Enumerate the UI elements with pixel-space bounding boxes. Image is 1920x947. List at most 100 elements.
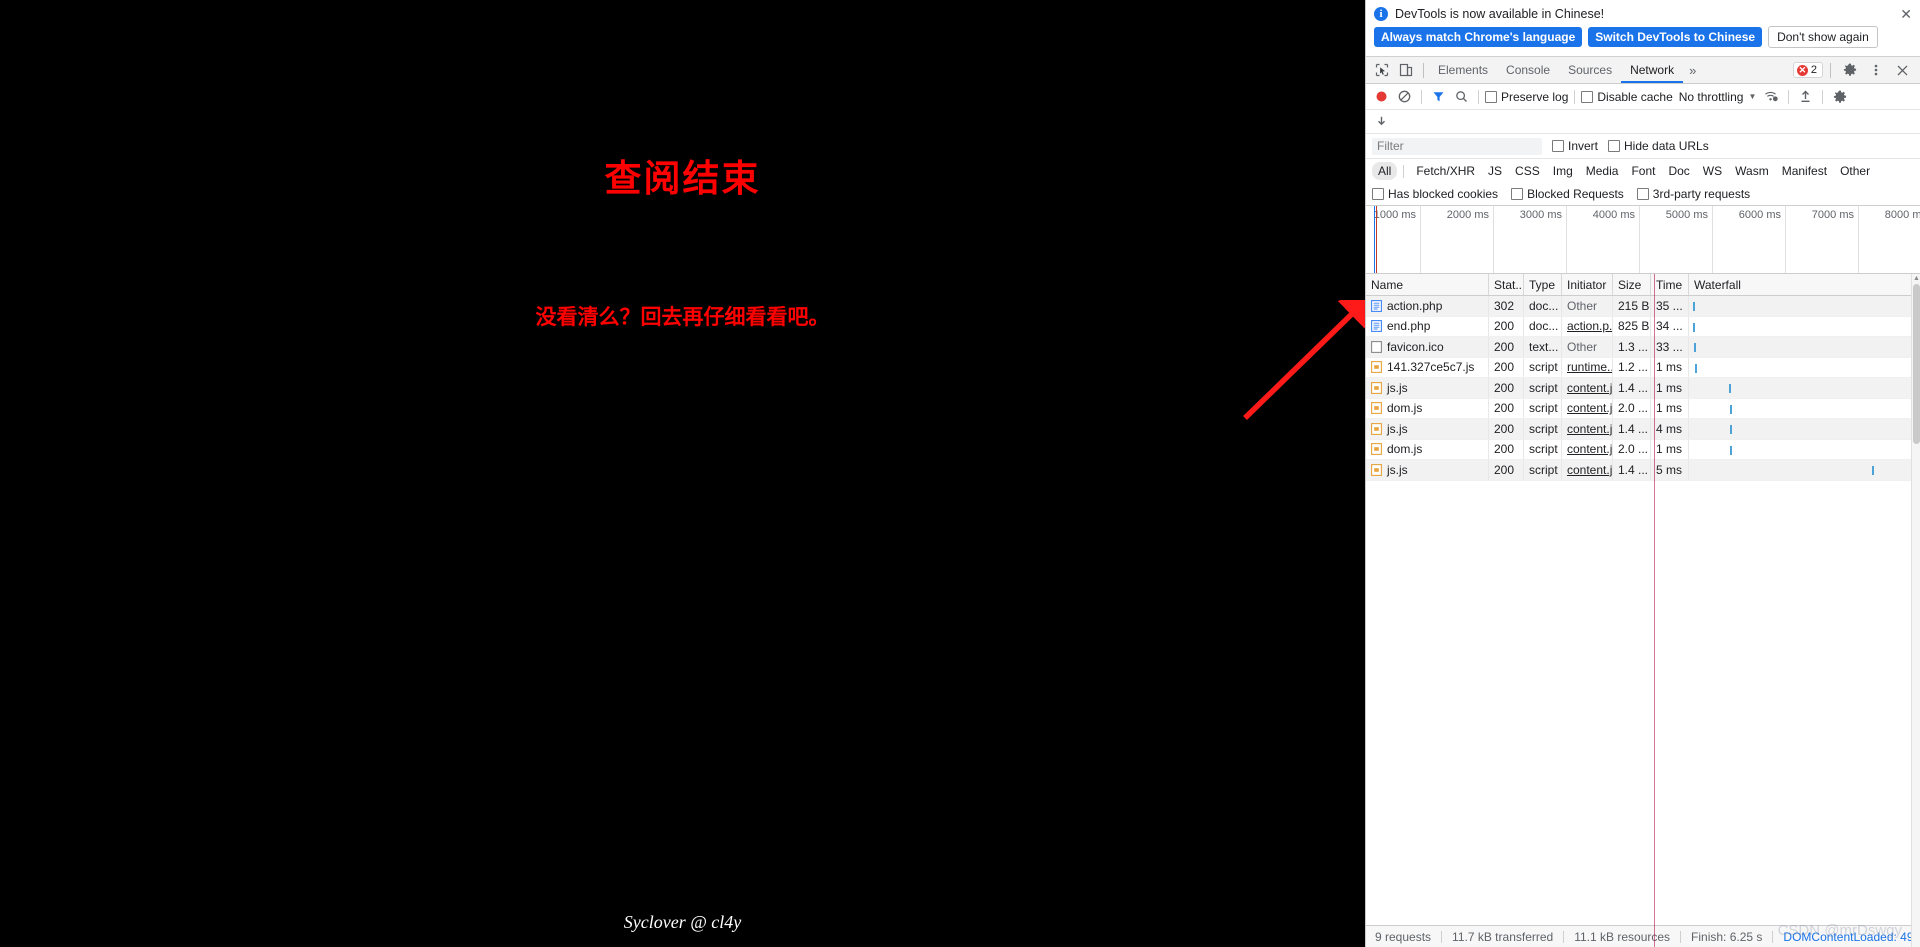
switch-devtools-to-chinese-button[interactable]: Switch DevTools to Chinese <box>1588 27 1763 47</box>
cell-name[interactable]: favicon.ico <box>1366 337 1489 357</box>
type-filter-other[interactable]: Other <box>1834 162 1876 180</box>
cell-type: script <box>1524 398 1562 418</box>
document-icon <box>1371 299 1382 312</box>
initiator-link[interactable]: content.j... <box>1567 381 1612 395</box>
preserve-log-checkbox[interactable]: Preserve log <box>1485 90 1568 104</box>
has-blocked-cookies-checkbox[interactable]: Has blocked cookies <box>1372 187 1498 201</box>
type-filter-doc[interactable]: Doc <box>1662 162 1695 180</box>
tab-sources[interactable]: Sources <box>1559 58 1621 83</box>
error-count-badge[interactable]: ✕ 2 <box>1792 62 1823 78</box>
resource-type-filters: All Fetch/XHR JS CSS Img Media Font Doc … <box>1366 159 1920 183</box>
throttling-select[interactable]: No throttling <box>1675 90 1744 104</box>
blocked-requests-checkbox[interactable]: Blocked Requests <box>1511 187 1624 201</box>
cell-name[interactable]: dom.js <box>1366 398 1489 418</box>
waterfall-bar <box>1729 384 1731 393</box>
has-blocked-cookies-label: Has blocked cookies <box>1388 187 1499 201</box>
close-icon[interactable]: ✕ <box>1900 7 1912 21</box>
clear-network-log-icon[interactable] <box>1394 86 1415 107</box>
initiator-link[interactable]: action.p... <box>1567 319 1612 333</box>
disable-cache-checkbox[interactable]: Disable cache <box>1581 90 1673 104</box>
cell-size: 1.3 ... <box>1613 337 1651 357</box>
chevron-down-icon[interactable]: ▼ <box>1745 92 1759 101</box>
initiator-link[interactable]: runtime.... <box>1567 360 1612 374</box>
table-row[interactable]: action.php 302 doc... Other 215 B 35 ... <box>1366 296 1920 317</box>
cell-initiator[interactable]: content.j... <box>1562 378 1613 398</box>
initiator-link[interactable]: content.j... <box>1567 442 1612 456</box>
cell-name[interactable]: end.php <box>1366 316 1489 336</box>
record-stop-icon[interactable] <box>1371 86 1392 107</box>
initiator-link[interactable]: content.j... <box>1567 463 1612 477</box>
type-filter-manifest[interactable]: Manifest <box>1776 162 1833 180</box>
waterfall-bar <box>1693 302 1695 311</box>
tab-elements[interactable]: Elements <box>1429 58 1497 83</box>
cell-name[interactable]: js.js <box>1366 419 1489 439</box>
column-header-initiator[interactable]: Initiator <box>1562 274 1613 295</box>
toggle-device-toolbar-icon[interactable] <box>1394 59 1418 81</box>
column-header-time[interactable]: Time <box>1651 274 1689 295</box>
always-match-chrome-language-button[interactable]: Always match Chrome's language <box>1374 27 1583 47</box>
type-filter-css[interactable]: CSS <box>1509 162 1546 180</box>
column-header-waterfall[interactable]: Waterfall <box>1689 274 1920 295</box>
column-header-size[interactable]: Size <box>1613 274 1651 295</box>
inspect-element-icon[interactable] <box>1370 59 1394 81</box>
dont-show-again-button[interactable]: Don't show again <box>1768 26 1878 48</box>
wifi-settings-icon[interactable] <box>1761 86 1782 107</box>
search-icon[interactable] <box>1451 86 1472 107</box>
third-party-requests-checkbox[interactable]: 3rd-party requests <box>1636 187 1750 201</box>
network-settings-gear-icon[interactable] <box>1829 86 1850 107</box>
filter-funnel-icon[interactable] <box>1428 86 1449 107</box>
filter-input[interactable] <box>1372 137 1542 155</box>
request-name-label: end.php <box>1387 319 1431 334</box>
table-row[interactable]: js.js 200script content.j...1.4 ...1 ms <box>1366 378 1920 399</box>
cell-name[interactable]: js.js <box>1366 378 1489 398</box>
cell-initiator[interactable]: content.j... <box>1562 419 1613 439</box>
table-row[interactable]: js.js 200script content.j...1.4 ...5 ms <box>1366 460 1920 481</box>
cell-initiator[interactable]: runtime.... <box>1562 357 1613 377</box>
type-filter-fetch-xhr[interactable]: Fetch/XHR <box>1410 162 1481 180</box>
column-header-status[interactable]: Stat.. <box>1489 274 1524 295</box>
type-filter-ws[interactable]: WS <box>1697 162 1728 180</box>
type-filter-media[interactable]: Media <box>1580 162 1625 180</box>
cell-size: 1.4 ... <box>1613 378 1651 398</box>
initiator-link[interactable]: content.j... <box>1567 422 1612 436</box>
overview-dcl-marker <box>1374 206 1375 273</box>
initiator-link[interactable]: content.j... <box>1567 401 1612 415</box>
cell-name[interactable]: dom.js <box>1366 439 1489 459</box>
table-row[interactable]: favicon.ico 200 text... Other 1.3 ... 33 ... <box>1366 337 1920 358</box>
column-header-type[interactable]: Type <box>1524 274 1562 295</box>
column-header-name[interactable]: Name <box>1366 274 1489 295</box>
type-filter-all[interactable]: All <box>1372 162 1398 180</box>
tab-network[interactable]: Network <box>1621 58 1683 83</box>
tab-console[interactable]: Console <box>1497 58 1559 83</box>
cell-initiator[interactable]: content.j... <box>1562 398 1613 418</box>
notification-message: DevTools is now available in Chinese! <box>1395 7 1605 21</box>
cell-name[interactable]: action.php <box>1366 296 1489 316</box>
table-row[interactable]: 141.327ce5c7.js 200script runtime....1.2 .… <box>1366 357 1920 378</box>
type-filter-js[interactable]: JS <box>1482 162 1508 180</box>
table-row[interactable]: end.php 200doc... action.p...825 B34 ... <box>1366 316 1920 337</box>
cell-initiator[interactable]: content.j... <box>1562 439 1613 459</box>
hide-data-urls-checkbox[interactable]: Hide data URLs <box>1608 139 1709 153</box>
cell-initiator[interactable]: content.j... <box>1562 460 1613 480</box>
more-tabs-icon[interactable]: » <box>1683 63 1702 78</box>
kebab-menu-icon[interactable] <box>1864 59 1888 81</box>
network-overview-timeline[interactable]: 1000 ms 2000 ms 3000 ms 4000 ms 5000 ms … <box>1366 206 1920 274</box>
type-filter-font[interactable]: Font <box>1625 162 1661 180</box>
type-filter-img[interactable]: Img <box>1547 162 1579 180</box>
cell-name[interactable]: js.js <box>1366 460 1489 480</box>
scrollbar-thumb[interactable] <box>1913 284 1920 444</box>
import-har-icon[interactable] <box>1795 86 1816 107</box>
scroll-up-arrow-icon[interactable]: ▲ <box>1913 275 1920 282</box>
table-row[interactable]: js.js 200script content.j...1.4 ...4 ms <box>1366 419 1920 440</box>
invert-checkbox[interactable]: Invert <box>1552 139 1598 153</box>
cell-initiator[interactable]: action.p... <box>1562 316 1613 336</box>
close-devtools-icon[interactable] <box>1890 59 1914 81</box>
gear-icon[interactable] <box>1838 59 1862 81</box>
table-row[interactable]: dom.js 200script content.j...2.0 ...1 ms <box>1366 398 1920 419</box>
script-icon <box>1371 402 1382 415</box>
table-row[interactable]: dom.js 200script content.j...2.0 ...1 ms <box>1366 439 1920 460</box>
type-filter-wasm[interactable]: Wasm <box>1729 162 1775 180</box>
cell-name[interactable]: 141.327ce5c7.js <box>1366 357 1489 377</box>
table-scrollbar[interactable]: ▲ ▼ <box>1911 274 1920 947</box>
export-har-icon[interactable] <box>1371 111 1392 132</box>
